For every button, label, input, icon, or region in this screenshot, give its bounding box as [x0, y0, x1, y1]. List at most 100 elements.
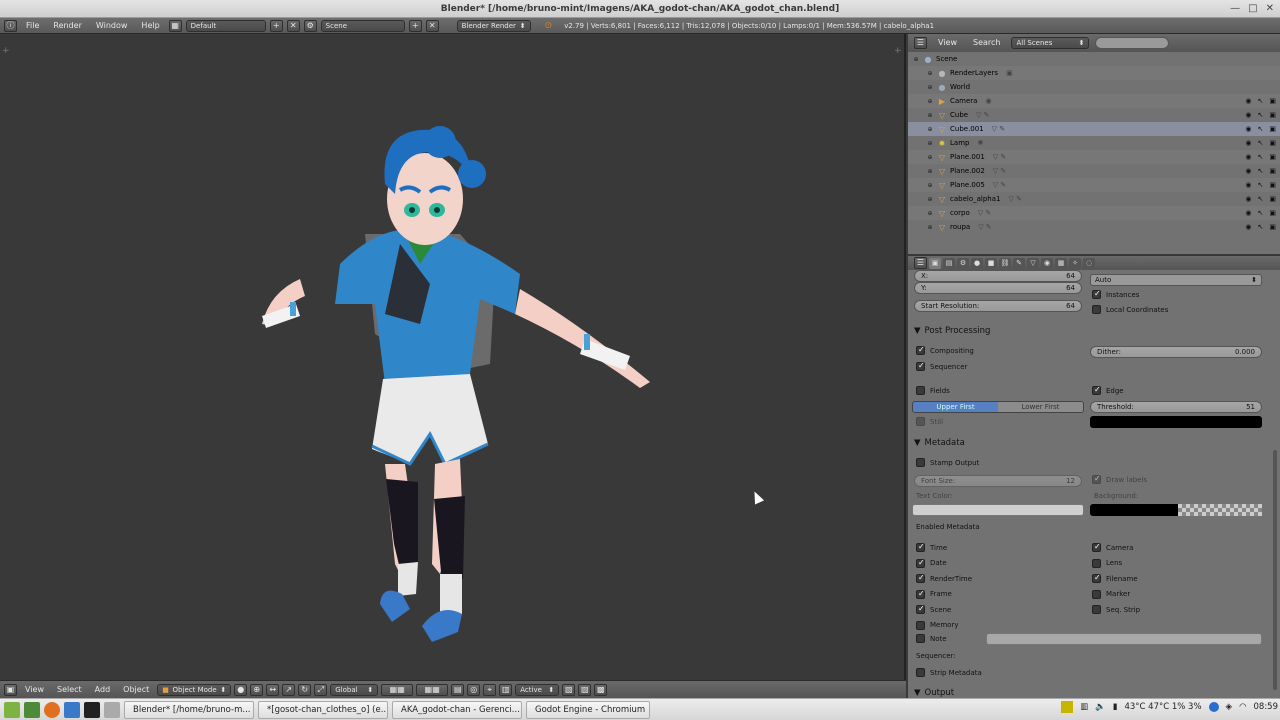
render-preview-icon[interactable]: ▩ [594, 683, 608, 696]
metadata-checkbox-lens[interactable]: Lens [1092, 556, 1140, 572]
taskbar-task[interactable]: Blender* [/home/bruno-m... [124, 700, 254, 719]
outliner-row[interactable]: ⊕ ▽ Plane.002 ▽ ✎ ◉ ↖ ▣ [908, 164, 1280, 178]
render-tab-icon[interactable]: ▣ [929, 257, 941, 269]
lock-layers-icon[interactable]: ▤ [451, 683, 465, 696]
renderable-camera-icon[interactable]: ▣ [1269, 195, 1276, 203]
compositing-checkbox[interactable]: Compositing [916, 345, 974, 355]
visibility-eye-icon[interactable]: ◉ [1245, 209, 1251, 217]
selectable-arrow-icon[interactable]: ↖ [1258, 153, 1264, 161]
outliner-item-name[interactable]: Cube.001 [950, 125, 984, 133]
outliner-row[interactable]: ⊕ ✹ Lamp ✺ ◉ ↖ ▣ [908, 136, 1280, 150]
manipulator-icon[interactable]: ↔ [266, 683, 280, 696]
renderable-camera-icon[interactable]: ▣ [1269, 223, 1276, 231]
proportional-edit-icon[interactable]: ◎ [467, 683, 481, 696]
outliner-item-name[interactable]: Plane.001 [950, 153, 985, 161]
outliner-search-input[interactable] [1095, 37, 1170, 49]
outliner-item-name[interactable]: Scene [936, 55, 957, 63]
expand-icon[interactable]: ⊕ [926, 154, 934, 161]
files-icon[interactable] [64, 701, 80, 718]
selectable-arrow-icon[interactable]: ↖ [1258, 223, 1264, 231]
expand-icon[interactable]: ⊕ [926, 182, 934, 189]
scene-icon[interactable]: ⚙ [303, 19, 317, 32]
menu-render[interactable]: Render [48, 19, 86, 33]
window-list-icon[interactable] [104, 701, 120, 718]
start-resolution-field[interactable]: Start Resolution: 64 [914, 300, 1082, 312]
render-engine-dropdown[interactable]: Blender Render ⬍ [456, 19, 531, 32]
menu-help[interactable]: Help [136, 19, 164, 33]
taskbar-task[interactable]: AKA_godot-chan - Gerenci... [392, 700, 522, 719]
note-checkbox[interactable]: Note [916, 634, 947, 643]
local-coordinates-checkbox[interactable]: Local Coordinates [1092, 305, 1168, 314]
visibility-eye-icon[interactable]: ◉ [1245, 139, 1251, 147]
metadata-checkbox-marker[interactable]: Marker [1092, 587, 1140, 603]
opengl-render-icon[interactable]: ▧ [562, 683, 576, 696]
threshold-field[interactable]: Threshold: 51 [1090, 401, 1262, 413]
outliner-row[interactable]: ⊕ ● RenderLayers ▣ [908, 66, 1280, 80]
outliner-item-name[interactable]: RenderLayers [950, 69, 998, 77]
outliner-row[interactable]: ⊕ ▶ Camera ◉ ◉ ↖ ▣ [908, 94, 1280, 108]
godot-chan-character-model[interactable] [0, 34, 906, 680]
modifiers-tab-icon[interactable]: ✎ [1013, 257, 1025, 269]
outliner-row[interactable]: ⊕ ▽ cabelo_alpha1 ▽ ✎ ◉ ↖ ▣ [908, 192, 1280, 206]
notes-icon[interactable] [1061, 701, 1074, 713]
outliner-menu-view[interactable]: View [933, 36, 962, 50]
selectable-arrow-icon[interactable]: ↖ [1258, 125, 1264, 133]
visibility-eye-icon[interactable]: ◉ [1245, 111, 1251, 119]
edge-checkbox[interactable]: Edge [1092, 385, 1124, 395]
outliner-item-name[interactable]: Lamp [950, 139, 969, 147]
visibility-eye-icon[interactable]: ◉ [1245, 125, 1251, 133]
outliner-item-name[interactable]: Plane.005 [950, 181, 985, 189]
firefox-icon[interactable] [44, 701, 60, 718]
wifi-icon[interactable]: ◠ [1239, 702, 1246, 712]
outliner-item-name[interactable]: cabelo_alpha1 [950, 195, 1000, 203]
auto-dropdown[interactable]: Auto ⬍ [1090, 274, 1262, 286]
font-size-field[interactable]: Font Size: 12 [914, 475, 1082, 487]
scene-field[interactable]: Scene [320, 19, 405, 32]
selectable-arrow-icon[interactable]: ↖ [1258, 209, 1264, 217]
post-processing-panel-header[interactable]: ▼ Post Processing [914, 326, 990, 336]
screen-layout-icon[interactable]: ▦ [168, 19, 182, 32]
shield-icon[interactable]: ◈ [1226, 702, 1233, 712]
still-checkbox[interactable]: Still [916, 417, 943, 426]
upper-first-option[interactable]: Upper First [913, 402, 998, 412]
outliner-item-name[interactable]: Camera [950, 97, 977, 105]
update-icon[interactable] [1208, 702, 1219, 712]
metadata-checkbox-memory[interactable]: Memory [916, 618, 972, 634]
renderable-camera-icon[interactable]: ▣ [1269, 125, 1276, 133]
instances-checkbox[interactable]: Instances [1092, 289, 1139, 299]
outliner-menu-search[interactable]: Search [968, 36, 1005, 50]
menu-select[interactable]: Select [52, 683, 87, 697]
minimize-button[interactable]: — [1230, 2, 1240, 16]
particles-tab-icon[interactable]: ✧ [1069, 257, 1081, 269]
renderable-camera-icon[interactable]: ▣ [1269, 139, 1276, 147]
world-tab-icon[interactable]: ● [971, 257, 983, 269]
editor-type-3dview-icon[interactable]: ▣ [4, 683, 17, 696]
expand-icon[interactable]: ⊕ [926, 168, 934, 175]
add-screen-icon[interactable]: + [269, 19, 283, 32]
remove-scene-icon[interactable]: ✕ [425, 19, 439, 32]
metadata-panel-header[interactable]: ▼ Metadata [914, 438, 965, 448]
expand-icon[interactable]: ⊕ [926, 196, 934, 203]
taskbar-task[interactable]: Godot Engine - Chromium [526, 700, 650, 719]
add-scene-icon[interactable]: + [408, 19, 422, 32]
editor-type-outliner-icon[interactable]: ☰ [914, 37, 927, 49]
metadata-checkbox-time[interactable]: Time [916, 540, 972, 556]
stamp-output-checkbox[interactable]: Stamp Output [916, 458, 979, 467]
pivot-point-icon[interactable]: ⊕ [250, 683, 264, 696]
visibility-eye-icon[interactable]: ◉ [1245, 181, 1251, 189]
expand-icon[interactable]: ⊕ [926, 224, 934, 231]
expand-icon[interactable]: ⊕ [926, 112, 934, 119]
note-text-input[interactable] [986, 633, 1262, 645]
expand-icon[interactable]: ⊕ [926, 70, 934, 77]
menu-object[interactable]: Object [118, 683, 154, 697]
taskbar-task[interactable]: *[gosot-chan_clothes_o] (e... [258, 700, 388, 719]
viewport-shading-icon[interactable]: ● [234, 683, 248, 696]
outliner-item-name[interactable]: Plane.002 [950, 167, 985, 175]
scale-icon[interactable]: ⤢ [314, 683, 328, 696]
lower-first-option[interactable]: Lower First [998, 402, 1083, 412]
outliner-item-name[interactable]: Cube [950, 111, 968, 119]
selectable-arrow-icon[interactable]: ↖ [1258, 97, 1264, 105]
renderable-camera-icon[interactable]: ▣ [1269, 209, 1276, 217]
render-layers-tab-icon[interactable]: ▤ [943, 257, 955, 269]
close-button[interactable]: ✕ [1266, 2, 1274, 16]
